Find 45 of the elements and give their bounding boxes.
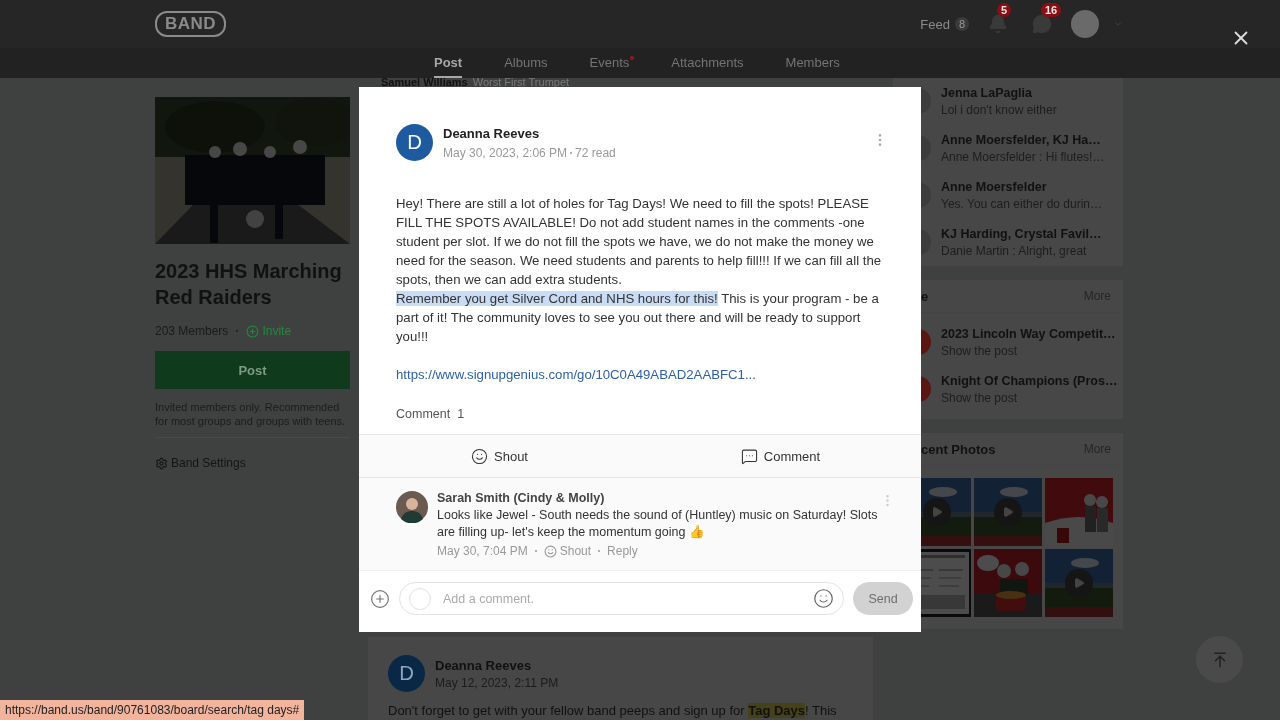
plus-icon [246, 324, 260, 338]
post-date: May 30, 2023, 2:06 PM [443, 145, 568, 160]
nav-tab[interactable]: Post [434, 48, 463, 78]
author-name: Deanna Reeves [443, 125, 541, 141]
status-url: https://band.us/band/90761083/board/search/tag days# [0, 700, 305, 720]
chat-count: 16 [1041, 3, 1062, 17]
nav-tab[interactable]: Attachments [671, 48, 744, 78]
nav-tab[interactable]: Albums [504, 48, 548, 78]
post-paragraph: Remember you get Silver Cord and NHS hours for this! This is your program - be a part of it! The community loves to see you out there and will be ready to support you!!! [396, 290, 880, 346]
shout-link[interactable]: Shout [543, 544, 592, 558]
smile-icon [543, 544, 557, 558]
author-avatar: D [388, 655, 425, 692]
bell-icon[interactable] [988, 14, 1008, 34]
scroll-top-button[interactable] [1196, 636, 1243, 683]
commenter-name: Sarah Smith (Cindy & Molly) [437, 491, 606, 505]
notification-count: 5 [997, 3, 1012, 17]
post-button[interactable]: Post [155, 351, 350, 389]
invite-link[interactable]: Invite [246, 324, 292, 338]
emoji-icon[interactable] [813, 588, 834, 609]
send-button[interactable]: Send [853, 582, 913, 615]
feed-count: 8 [954, 17, 969, 31]
read-count: 72 read [575, 145, 616, 160]
user-avatar [396, 491, 428, 523]
author-role: Worst First Trumpet [472, 78, 570, 87]
post-paragraph: Hey! There are still a lot of holes for Tag Days! We need to fill the spots! PLEASE FILL THE SPOTS AVAILABLE! Do not add student names in the comments -one student per slot. If we do not fill the spots we have, we do not make the money we need for the season. We need students and parents to help fill!!! If we can fill all the spots, then we can add extra students. [396, 195, 883, 289]
settings-icon [155, 456, 168, 470]
comment-count: Comment 1 [395, 406, 466, 423]
comment-icon [740, 447, 758, 465]
smile-icon [471, 447, 488, 465]
reply-link[interactable]: Reply [607, 544, 638, 558]
author-avatar: D [396, 124, 433, 161]
shout-button[interactable]: Shout [359, 435, 640, 477]
comment-time: May 30, 7:04 PM [437, 544, 528, 558]
nav-tab[interactable]: Members [785, 48, 840, 78]
profile-avatar[interactable] [1071, 10, 1099, 38]
comment-button[interactable]: Comment [640, 435, 921, 477]
comment-text: Looks like Jewel - South needs the sound of (Huntley) music on Saturday! Slots are filling up- let's keep the momentum going 👍 [437, 507, 879, 541]
nav-tab[interactable]: Events [589, 48, 630, 78]
band-logo[interactable]: BAND [155, 11, 227, 37]
attach-icon[interactable] [370, 588, 390, 609]
comment-input[interactable]: Add a comment. [441, 590, 803, 607]
feed-link[interactable]: Feed [920, 16, 950, 32]
signup-link[interactable]: https://www.signupgenius.com/go/10C0A49ABAD2AABFC1... [396, 365, 884, 384]
chat-icon[interactable] [1032, 14, 1052, 34]
user-avatar [409, 587, 431, 610]
